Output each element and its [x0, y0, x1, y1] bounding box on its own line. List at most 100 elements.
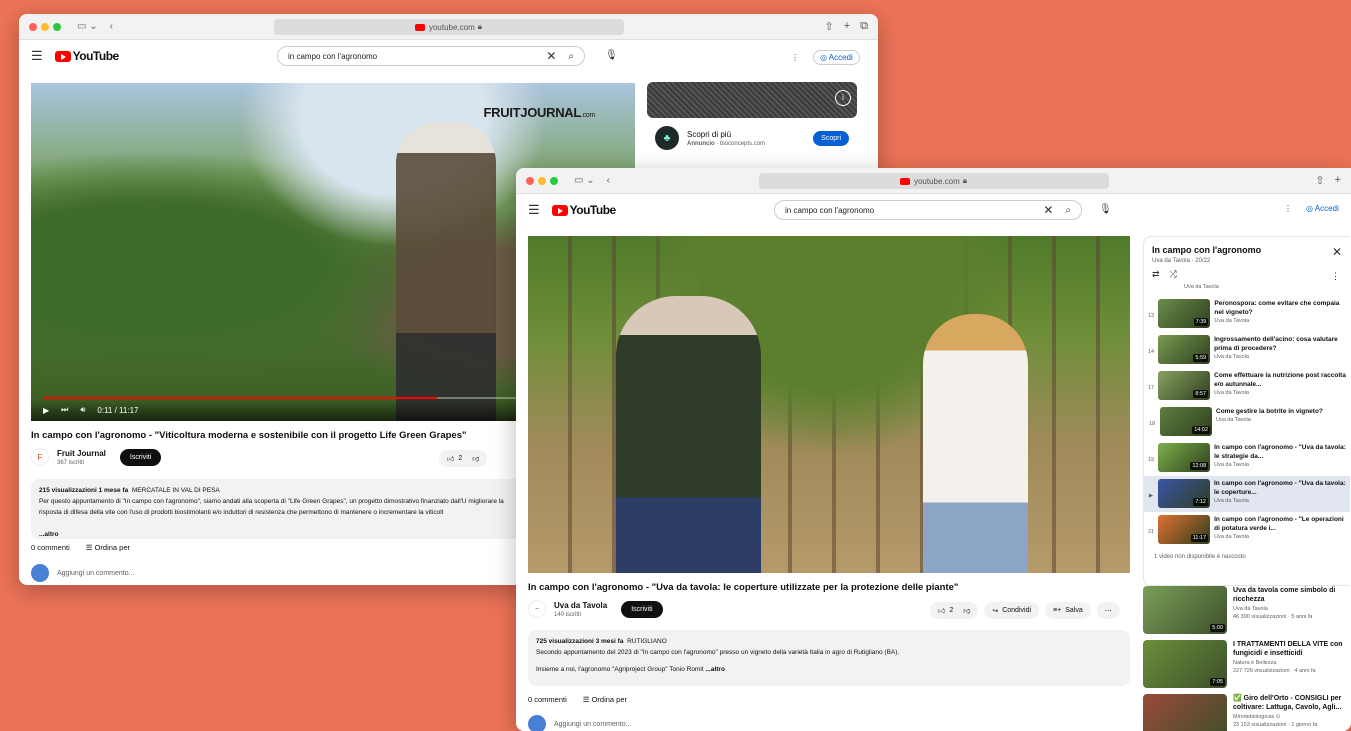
channel-avatar[interactable]: ⎯	[528, 600, 546, 618]
tabs-overview-icon[interactable]: ⧉	[860, 20, 868, 33]
search-input[interactable]: in campo con l'agronomo ✕ ⌕	[277, 46, 585, 66]
search-icon[interactable]: ⌕	[568, 51, 574, 62]
channel-name[interactable]: Fruit Journal	[57, 449, 106, 458]
sidebar-icon[interactable]: ▭ ⌄	[77, 21, 98, 32]
save-button[interactable]: ≡+ Salva	[1045, 602, 1091, 619]
like-button[interactable]: 👍︎ 2 👎︎	[930, 602, 979, 619]
duration-badge: 7:39	[1193, 318, 1209, 326]
video-description[interactable]: 725 visualizzazioni 3 mesi fa RUTIGLIANO…	[528, 630, 1130, 686]
channel-avatar[interactable]: F	[31, 448, 49, 466]
shuffle-icon[interactable]: ⤮	[1170, 269, 1177, 280]
playlist-index: 17	[1148, 385, 1155, 391]
save-label: Salva	[1065, 607, 1083, 614]
ad-cta-button[interactable]: Scopri	[813, 130, 849, 146]
youtube-play-icon	[54, 50, 71, 62]
url-text: youtube.com	[428, 22, 475, 32]
playlist-item-channel: Uva da Tavola	[1214, 462, 1249, 468]
playlist-item[interactable]: 17 8:57 Come effettuare la nutrizione post…	[1144, 368, 1350, 404]
back-icon[interactable]: ‹	[110, 21, 113, 32]
more-link[interactable]: ...altro	[705, 666, 725, 673]
minimize-window-button[interactable]	[538, 176, 546, 185]
subscribe-button[interactable]: Iscriviti	[119, 448, 162, 466]
new-tab-icon[interactable]: +	[1335, 174, 1341, 187]
channel-name[interactable]: Uva da Tavola	[554, 601, 607, 610]
back-icon[interactable]: ‹	[607, 175, 610, 186]
presenter-figure	[396, 123, 496, 421]
sign-in-button[interactable]: ◎ Accedi	[1306, 204, 1339, 213]
duration-badge: 7:12	[1193, 498, 1208, 506]
location-tag[interactable]: RUTIGLIANO	[627, 638, 667, 645]
menu-icon[interactable]: ☰	[528, 202, 540, 218]
next-icon[interactable]: ⏭	[61, 405, 68, 415]
youtube-logo[interactable]: YouTube	[551, 203, 616, 217]
loop-icon[interactable]: ⇄	[1152, 269, 1160, 280]
new-tab-icon[interactable]: +	[844, 20, 850, 33]
sort-icon: ☰	[582, 695, 592, 704]
more-options-icon[interactable]: ⋮	[1284, 204, 1292, 213]
ad-row: ♣ Scopri di più Annuncio · bioconcepts.c…	[647, 118, 857, 158]
ad-banner[interactable]: i	[647, 82, 857, 118]
recommended-channel: Mirodebiologicas ⊙	[1233, 714, 1281, 720]
channel-row: F Fruit Journal 367 iscritti Iscriviti	[31, 448, 162, 466]
share-icon[interactable]: ⇧	[1315, 174, 1324, 187]
microphone-icon[interactable]: 🎙︎	[605, 50, 618, 61]
playlist-item[interactable]: 14 5:59 Ingrossamento dell'acino: cosa val…	[1144, 332, 1350, 368]
subscribe-button[interactable]: Iscriviti	[621, 600, 663, 618]
sign-in-button[interactable]: ◎ Accedi	[813, 50, 860, 65]
microphone-icon[interactable]: 🎙︎	[1099, 204, 1112, 215]
recommended-video[interactable]: 7:05 I TRATTAMENTI DELLA VITE con fungici…	[1143, 640, 1350, 688]
add-comment-input[interactable]: Aggiungi un commento...	[554, 721, 631, 728]
playlist-item[interactable]: 19 12:08 In campo con l'agronomo - "Uva da…	[1144, 440, 1350, 476]
recommended-video[interactable]: 5:00 Uva da tavola come simbolo di ricche…	[1143, 586, 1350, 634]
playlist-item[interactable]: 13 7:39 Peronospora: come evitare che comp…	[1144, 296, 1350, 332]
recommended-channel: Natura è Bellezza	[1233, 660, 1277, 666]
more-link[interactable]: ...altro	[39, 531, 59, 538]
volume-icon[interactable]: 🔊︎	[80, 405, 85, 415]
recommended-video[interactable]: ✅ Giro dell'Orto - CONSIGLI per coltivar…	[1143, 694, 1350, 731]
playlist-index: 13	[1148, 313, 1155, 319]
sort-button[interactable]: ☰ Ordina per	[86, 543, 130, 552]
location-tag[interactable]: MERCATALE IN VAL DI PESA	[132, 487, 220, 494]
search-icon[interactable]: ⌕	[1065, 205, 1071, 216]
menu-icon[interactable]: ☰	[31, 48, 43, 64]
playlist-item-channel: Uva da Tavola	[1214, 534, 1249, 540]
address-bar[interactable]: youtube.com 🔒︎	[758, 173, 1109, 189]
close-window-button[interactable]	[29, 22, 37, 31]
lock-icon: 🔒︎	[962, 176, 968, 185]
add-comment-input[interactable]: Aggiungi un commento...	[57, 570, 134, 577]
info-icon[interactable]: i	[835, 90, 851, 106]
share-button[interactable]: ↪ Condividi	[984, 602, 1040, 619]
playlist-item[interactable]: 18 14:02 Come gestire la botrite in vignet…	[1144, 404, 1350, 440]
close-window-button[interactable]	[526, 176, 534, 185]
playlist-item[interactable]: 21 11:17 In campo con l'agronomo - "Le ope…	[1144, 512, 1350, 548]
address-bar[interactable]: youtube.com 🔒︎	[273, 19, 624, 35]
video-description[interactable]: 215 visualizzazioni 1 mese fa MERCATALE …	[31, 479, 531, 539]
share-arrow-icon: ↪	[992, 607, 999, 615]
playlist-item-channel: Uva da Tavola	[1214, 498, 1249, 504]
playlist-more-icon[interactable]: ⋮	[1331, 271, 1340, 282]
minimize-window-button[interactable]	[41, 22, 49, 31]
youtube-play-icon	[551, 204, 568, 216]
like-button[interactable]: 👍︎ 2 👎︎	[439, 450, 488, 467]
thumbs-down-icon[interactable]: 👎︎	[472, 454, 479, 463]
sort-button[interactable]: ☰ Ordina per	[583, 695, 627, 704]
more-actions-button[interactable]: ⋯	[1096, 602, 1120, 619]
video-thumbnail: 7:05	[1143, 640, 1227, 688]
zoom-window-button[interactable]	[550, 176, 558, 185]
clear-search-icon[interactable]: ✕	[546, 49, 556, 63]
youtube-logo[interactable]: YouTube	[54, 49, 119, 63]
video-player[interactable]	[528, 236, 1130, 573]
zoom-window-button[interactable]	[53, 22, 61, 31]
share-icon[interactable]: ⇧	[824, 20, 833, 33]
more-options-icon[interactable]: ⋮	[791, 53, 799, 62]
playlist-title[interactable]: In campo con l'agronomo	[1152, 245, 1342, 255]
close-icon[interactable]: ✕	[1332, 245, 1342, 259]
view-stats: 725 visualizzazioni 3 mesi fa	[536, 638, 624, 645]
thumbs-down-icon[interactable]: 👎︎	[963, 606, 970, 615]
presenter-figure	[923, 314, 1028, 573]
clear-search-icon[interactable]: ✕	[1043, 203, 1053, 217]
sidebar-icon[interactable]: ▭ ⌄	[574, 175, 595, 186]
playlist-item[interactable]: ▶ 7:12 In campo con l'agronomo - "Uva da t…	[1144, 476, 1350, 512]
search-input[interactable]: in campo con l'agronomo ✕ ⌕	[774, 200, 1082, 220]
play-icon[interactable]: ▶	[43, 406, 49, 415]
